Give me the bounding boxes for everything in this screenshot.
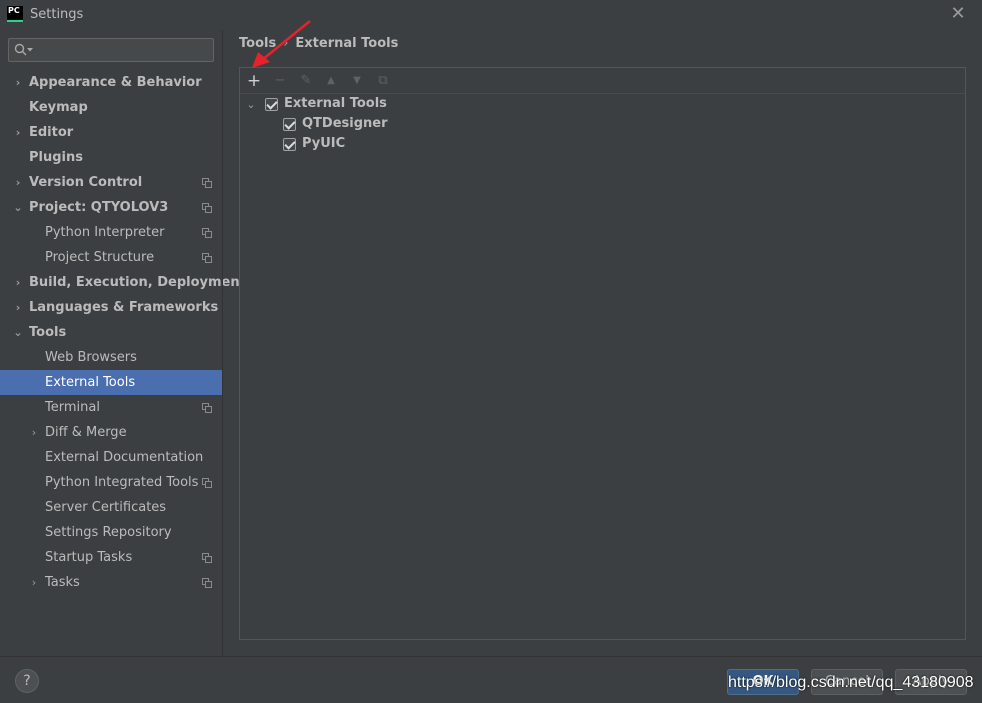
pyuic-checkbox[interactable] bbox=[283, 138, 296, 151]
search-icon bbox=[14, 43, 27, 56]
chevron-right-icon[interactable]: › bbox=[29, 420, 39, 445]
qtdesigner-checkbox[interactable] bbox=[283, 118, 296, 131]
sidebar-item-editor[interactable]: › Editor bbox=[0, 120, 222, 145]
move-up-button[interactable]: ▲ bbox=[322, 72, 340, 90]
window-title: Settings bbox=[30, 7, 84, 22]
sidebar-item-label: Project: QTYOLOV3 bbox=[29, 200, 169, 215]
chevron-right-icon[interactable]: › bbox=[29, 570, 39, 595]
sidebar-item-label: Appearance & Behavior bbox=[29, 75, 202, 90]
sidebar-item-label: Python Integrated Tools bbox=[45, 475, 199, 490]
sidebar-item-project-qtyolov3[interactable]: ⌄ Project: QTYOLOV3 bbox=[0, 195, 222, 220]
sidebar-item-label: Languages & Frameworks bbox=[29, 300, 219, 315]
chevron-right-icon[interactable]: › bbox=[13, 295, 23, 320]
sidebar-divider bbox=[222, 30, 223, 656]
sidebar-item-external-tools[interactable]: External Tools bbox=[0, 370, 222, 395]
sidebar-item-tools[interactable]: ⌄ Tools bbox=[0, 320, 222, 345]
sidebar-item-external-documentation[interactable]: External Documentation bbox=[0, 445, 222, 470]
tools-group-label[interactable]: External Tools bbox=[284, 94, 387, 114]
chevron-right-icon[interactable]: › bbox=[13, 170, 23, 195]
sidebar-item-languages-frameworks[interactable]: › Languages & Frameworks bbox=[0, 295, 222, 320]
sidebar-item-label: Version Control bbox=[29, 175, 143, 190]
search-options-chevron-icon[interactable] bbox=[27, 48, 33, 52]
title-bar: PC Settings ✕ bbox=[0, 0, 982, 30]
copy-tool-button[interactable]: ⧉ bbox=[374, 72, 392, 90]
settings-tree: › Appearance & Behavior Keymap › Editor Plugi… bbox=[0, 70, 246, 595]
sidebar-item-build-execution-deployment[interactable]: › Build, Execution, Deployment bbox=[0, 270, 246, 295]
tool-item-qtdesigner[interactable]: QTDesigner bbox=[302, 114, 388, 134]
chevron-right-icon[interactable]: › bbox=[13, 120, 23, 145]
project-level-settings-icon bbox=[202, 403, 212, 413]
sidebar-item-label: Settings Repository bbox=[45, 525, 172, 540]
sidebar-item-label: External Documentation bbox=[45, 450, 204, 465]
sidebar-item-project-structure[interactable]: Project Structure bbox=[0, 245, 222, 270]
sidebar-item-label: Tasks bbox=[45, 575, 80, 590]
sidebar-item-label: Diff & Merge bbox=[45, 425, 127, 440]
sidebar-item-python-interpreter[interactable]: Python Interpreter bbox=[0, 220, 222, 245]
sidebar-item-label: Terminal bbox=[45, 400, 100, 415]
project-level-settings-icon bbox=[202, 203, 212, 213]
chevron-right-icon[interactable]: › bbox=[13, 270, 23, 295]
group-checkbox[interactable] bbox=[265, 98, 278, 111]
project-level-settings-icon bbox=[202, 478, 212, 488]
project-level-settings-icon bbox=[202, 228, 212, 238]
sidebar-item-settings-repository[interactable]: Settings Repository bbox=[0, 520, 222, 545]
pycharm-app-icon: PC bbox=[7, 6, 23, 22]
sidebar-item-label: Project Structure bbox=[45, 250, 155, 265]
sidebar-item-label: Web Browsers bbox=[45, 350, 137, 365]
sidebar-item-keymap[interactable]: Keymap bbox=[0, 95, 222, 120]
chevron-right-icon[interactable]: › bbox=[13, 70, 23, 95]
sidebar-item-label: Tools bbox=[29, 325, 67, 340]
sidebar-item-plugins[interactable]: Plugins bbox=[0, 145, 222, 170]
external-tools-panel: + − ✎ ▲ ▼ ⧉ ⌄ External Tools QTDesigner … bbox=[239, 67, 966, 640]
sidebar-item-python-integrated-tools[interactable]: Python Integrated Tools bbox=[0, 470, 222, 495]
sidebar-item-web-browsers[interactable]: Web Browsers bbox=[0, 345, 222, 370]
sidebar-item-startup-tasks[interactable]: Startup Tasks bbox=[0, 545, 222, 570]
settings-sidebar: › Appearance & Behavior Keymap › Editor Plugi… bbox=[0, 30, 246, 656]
sidebar-item-version-control[interactable]: › Version Control bbox=[0, 170, 222, 195]
tool-item-pyuic[interactable]: PyUIC bbox=[302, 134, 345, 154]
watermark-text: https://blog.csdn.net/qq_43180908 bbox=[728, 674, 974, 691]
sidebar-item-label: Editor bbox=[29, 125, 74, 140]
sidebar-item-server-certificates[interactable]: Server Certificates bbox=[0, 495, 222, 520]
project-level-settings-icon bbox=[202, 553, 212, 563]
sidebar-item-diff-merge[interactable]: › Diff & Merge bbox=[0, 420, 222, 445]
help-button[interactable]: ? bbox=[15, 669, 39, 693]
sidebar-item-label: Keymap bbox=[29, 100, 88, 115]
sidebar-item-label: External Tools bbox=[45, 375, 136, 390]
chevron-down-icon[interactable]: ⌄ bbox=[13, 320, 23, 345]
project-level-settings-icon bbox=[202, 578, 212, 588]
group-expand-chevron-icon[interactable]: ⌄ bbox=[245, 95, 257, 115]
annotation-arrow-icon bbox=[252, 20, 311, 68]
sidebar-item-label: Python Interpreter bbox=[45, 225, 165, 240]
sidebar-item-label: Plugins bbox=[29, 150, 83, 165]
project-level-settings-icon bbox=[202, 253, 212, 263]
settings-search-input[interactable] bbox=[8, 38, 214, 62]
move-down-button[interactable]: ▼ bbox=[348, 72, 366, 90]
sidebar-item-label: Server Certificates bbox=[45, 500, 167, 515]
sidebar-item-label: Startup Tasks bbox=[45, 550, 133, 565]
sidebar-item-tasks[interactable]: › Tasks bbox=[0, 570, 222, 595]
project-level-settings-icon bbox=[202, 178, 212, 188]
sidebar-item-appearance-behavior[interactable]: › Appearance & Behavior bbox=[0, 70, 222, 95]
tools-toolbar: + − ✎ ▲ ▼ ⧉ bbox=[240, 68, 965, 94]
sidebar-item-label: Build, Execution, Deployment bbox=[29, 275, 246, 290]
close-icon[interactable]: ✕ bbox=[948, 4, 968, 24]
chevron-down-icon[interactable]: ⌄ bbox=[13, 195, 23, 220]
sidebar-item-terminal[interactable]: Terminal bbox=[0, 395, 222, 420]
